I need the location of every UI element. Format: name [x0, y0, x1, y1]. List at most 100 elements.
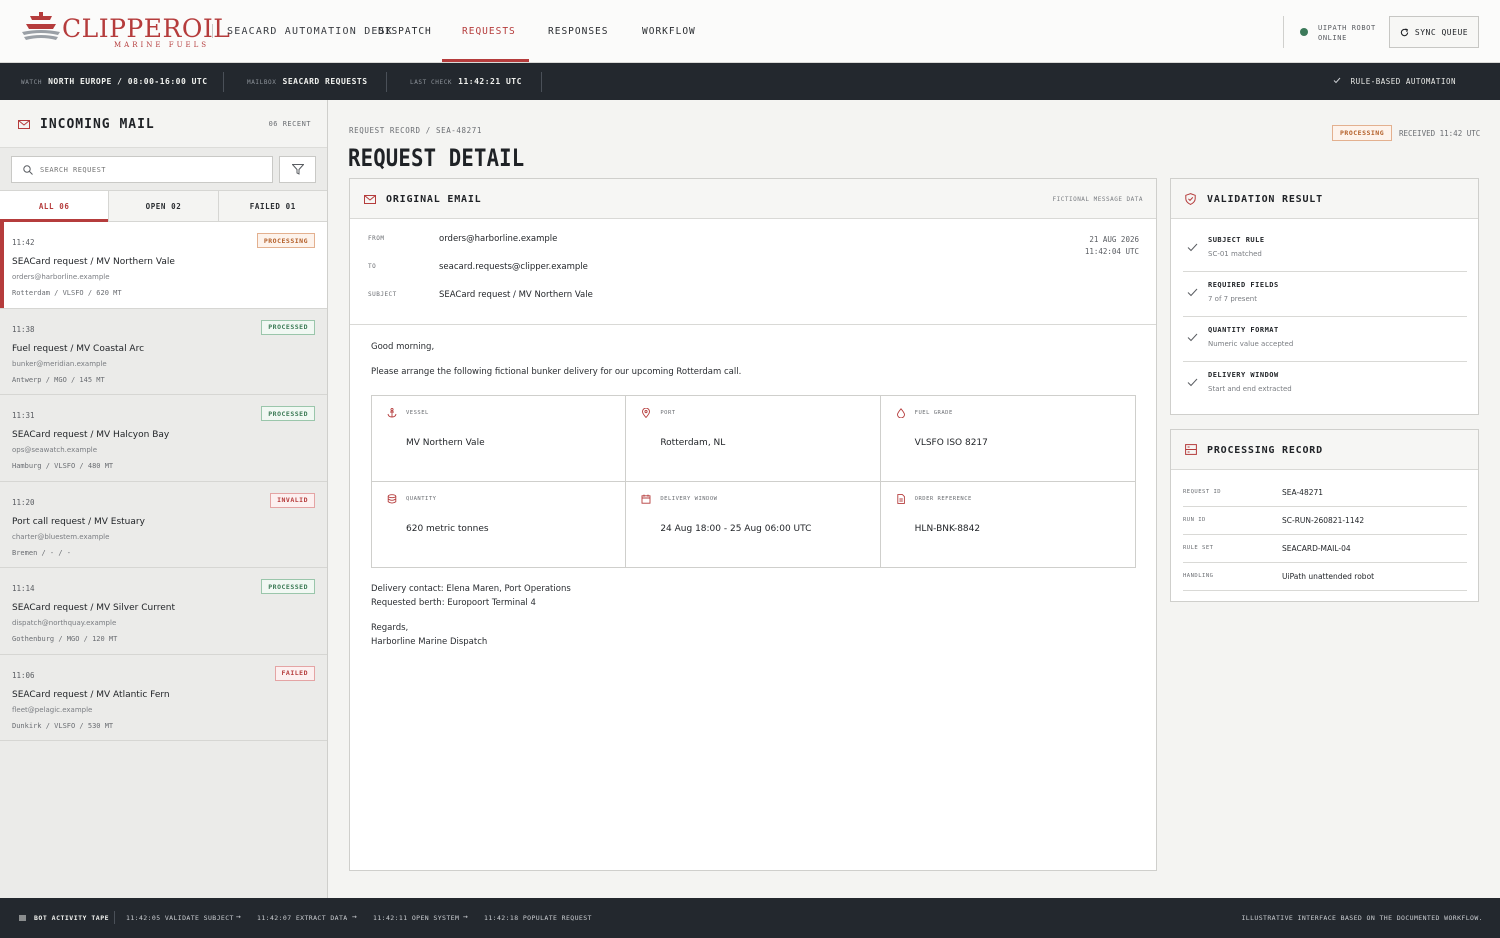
- mail-item[interactable]: 11:06 FAILED SEACard request / MV Atlant…: [0, 654, 327, 741]
- mail-meta: Hamburg / VLSFO / 480 MT: [12, 462, 114, 470]
- search-input[interactable]: [40, 162, 260, 178]
- card-header: PROCESSING RECORD: [1171, 430, 1478, 470]
- arrow-right-icon: →: [236, 912, 241, 921]
- email-greeting: Good morning,: [371, 342, 435, 352]
- field-label: QUANTITY: [406, 495, 437, 502]
- brand-logo[interactable]: CLIPPEROIL MARINE FUELS: [22, 12, 230, 52]
- field-label: ORDER REFERENCE: [914, 495, 972, 502]
- inbox-header: INCOMING MAIL 06 RECENT: [0, 100, 327, 148]
- validation-result-card: VALIDATION RESULT SUBJECT RULE SC-01 mat…: [1170, 178, 1479, 415]
- last-check-info: LAST CHECK 11:42:21 UTC: [410, 77, 522, 86]
- active-tab-indicator: [442, 59, 529, 62]
- from-address: orders@harborline.example: [439, 234, 558, 244]
- field-value: Rotterdam, NL: [660, 438, 726, 448]
- nav-tab-dispatch[interactable]: DISPATCH: [378, 26, 432, 37]
- mail-sender: bunker@meridian.example: [12, 359, 107, 368]
- validation-desc: 7 of 7 present: [1208, 295, 1257, 303]
- inbox-count: 06 RECENT: [268, 120, 311, 128]
- nav-tab-requests[interactable]: REQUESTS: [462, 26, 516, 37]
- record-label: HANDLING: [1183, 573, 1214, 579]
- field-label: DELIVERY WINDOW: [660, 495, 718, 502]
- field-order-reference: ORDER REFERENCE HLN-BNK-8842: [881, 482, 1135, 568]
- filter-tab-all[interactable]: ALL 06: [0, 191, 110, 222]
- field-value: 24 Aug 18:00 - 25 Aug 06:00 UTC: [660, 523, 812, 534]
- mail-item[interactable]: 11:20 INVALID Port call request / MV Est…: [0, 481, 327, 568]
- top-bar: CLIPPEROIL MARINE FUELS SEACARD AUTOMATI…: [0, 0, 1500, 63]
- email-berth: Requested berth: Europoort Terminal 4: [371, 598, 536, 608]
- status-badge: PROCESSING: [256, 233, 315, 248]
- tape-step: 11:42:05 VALIDATE SUBJECT: [126, 914, 234, 922]
- record-label: RULE SET: [1183, 545, 1214, 551]
- field-label: FUEL GRADE: [914, 410, 953, 416]
- extracted-fields-grid: VESSEL MV Northern Vale PORT Rotterdam, …: [371, 395, 1136, 568]
- anchor-icon: [387, 408, 397, 418]
- field-label: PORT: [660, 410, 676, 416]
- validation-desc: SC-01 matched: [1208, 250, 1262, 258]
- mail-icon: [364, 195, 376, 204]
- mail-subject: SEACard request / MV Silver Current: [12, 603, 176, 613]
- tape-step: 11:42:11 OPEN SYSTEM: [373, 914, 460, 922]
- mail-sender: ops@seawatch.example: [12, 446, 98, 454]
- shield-icon: [1185, 193, 1196, 205]
- watch-info: WATCH NORTH EUROPE / 08:00-16:00 UTC: [21, 77, 208, 86]
- record-row: RUN ID SC-RUN-260821-1142: [1183, 507, 1467, 535]
- card-header: VALIDATION RESULT: [1171, 179, 1478, 219]
- mail-sender: charter@bluestem.example: [12, 532, 110, 541]
- record-row: HANDLING UiPath unattended robot: [1183, 563, 1467, 591]
- status-badge: PROCESSED: [261, 406, 315, 421]
- validation-row: REQUIRED FIELDS 7 of 7 present: [1183, 272, 1467, 317]
- filter-tab-failed[interactable]: FAILED 01: [219, 191, 327, 221]
- arrow-right-icon: →: [463, 912, 468, 921]
- filter-tab-open[interactable]: OPEN 02: [109, 191, 219, 221]
- validation-row: DELIVERY WINDOW Start and end extracted: [1183, 362, 1467, 407]
- mail-item[interactable]: 11:42 PROCESSING SEACard request / MV No…: [0, 222, 327, 309]
- validation-desc: Start and end extracted: [1208, 385, 1292, 393]
- mail-time: 11:06: [12, 670, 35, 680]
- location-pin-icon: [642, 408, 651, 418]
- check-icon: [1187, 378, 1198, 387]
- inbox-title: INCOMING MAIL: [40, 117, 155, 132]
- mail-time: 11:42: [12, 238, 35, 247]
- mail-sender: orders@harborline.example: [12, 273, 110, 281]
- check-icon: [1187, 333, 1198, 342]
- nav-tab-workflow[interactable]: WORKFLOW: [642, 26, 696, 37]
- nav-tab-responses[interactable]: RESPONSES: [548, 26, 608, 37]
- record-value: UiPath unattended robot: [1282, 572, 1375, 581]
- sync-queue-button[interactable]: SYNC QUEUE: [1389, 16, 1479, 48]
- mail-item[interactable]: 11:14 PROCESSED SEACard request / MV Sil…: [0, 568, 327, 655]
- tape-step: 11:42:07 EXTRACT DATA: [257, 914, 348, 922]
- mail-item[interactable]: 11:38 PROCESSED Fuel request / MV Coasta…: [0, 308, 327, 395]
- email-date: 21 AUG 2026: [1089, 235, 1139, 244]
- mail-meta: Antwerp / MGO / 145 MT: [12, 375, 105, 384]
- filter-button[interactable]: [279, 156, 316, 183]
- mail-icon: [18, 120, 30, 129]
- check-icon: [1333, 77, 1341, 84]
- validation-title: SUBJECT RULE: [1208, 236, 1265, 244]
- field-value: MV Northern Vale: [406, 438, 485, 448]
- field-label: VESSEL: [406, 410, 429, 416]
- search-field[interactable]: [11, 156, 273, 183]
- server-icon: [1185, 444, 1197, 455]
- mail-sender: dispatch@northquay.example: [12, 619, 117, 627]
- record-row: REQUEST ID SEA-48271: [1183, 479, 1467, 507]
- status-badge: PROCESSED: [261, 579, 315, 594]
- brand-wordmark: CLIPPEROIL: [62, 14, 231, 43]
- field-port: PORT Rotterdam, NL: [626, 396, 881, 482]
- status-badge: PROCESSING: [1332, 125, 1393, 141]
- validation-row: QUANTITY FORMAT Numeric value accepted: [1183, 317, 1467, 362]
- database-icon: [387, 493, 397, 504]
- email-note: FICTIONAL MESSAGE DATA: [1052, 196, 1143, 203]
- subject-label: SUBJECT: [368, 291, 397, 298]
- mail-time: 11:14: [12, 584, 35, 593]
- automation-mode-label: RULE-BASED AUTOMATION: [1350, 77, 1456, 86]
- mail-item[interactable]: 11:31 PROCESSED SEACard request / MV Hal…: [0, 395, 327, 482]
- strip-divider: [223, 72, 224, 92]
- mail-meta: Gothenburg / MGO / 120 MT: [12, 635, 118, 643]
- fuel-drop-icon: [896, 408, 905, 418]
- tape-divider: [114, 911, 115, 924]
- received-time: RECEIVED 11:42 UTC: [1399, 129, 1481, 138]
- email-timestamp: 21 AUG 2026 11:42:04 UTC: [1085, 234, 1139, 258]
- check-icon: [1187, 243, 1198, 252]
- document-icon: [897, 493, 905, 504]
- to-address: seacard.requests@clipper.example: [439, 262, 588, 272]
